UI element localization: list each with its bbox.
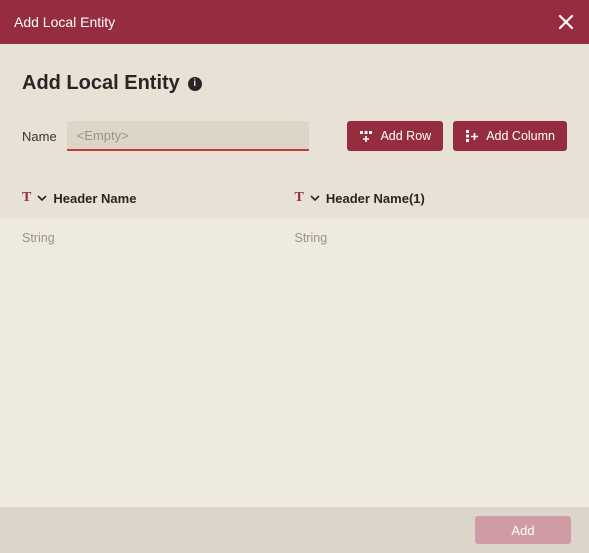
close-icon[interactable] — [557, 13, 575, 31]
column-label: Header Name(1) — [326, 191, 425, 206]
add-column-label: Add Column — [486, 129, 555, 143]
chevron-down-icon[interactable] — [37, 193, 47, 203]
column-header[interactable]: T Header Name(1) — [295, 190, 568, 206]
table-cell[interactable]: String — [295, 231, 568, 495]
table-body: String String — [0, 219, 589, 507]
add-column-icon — [465, 129, 479, 143]
text-type-icon: T — [295, 190, 304, 206]
column-header[interactable]: T Header Name — [22, 190, 295, 206]
form-row: Name Add Row — [22, 121, 567, 151]
page-title: Add Local Entity — [22, 72, 180, 95]
heading-row: Add Local Entity i — [22, 72, 567, 95]
add-row-label: Add Row — [380, 129, 431, 143]
table-header: T Header Name T Header Name(1) — [0, 177, 589, 219]
info-icon[interactable]: i — [188, 77, 202, 91]
dialog-footer: Add — [0, 507, 589, 553]
text-type-icon: T — [22, 190, 31, 206]
titlebar: Add Local Entity — [0, 0, 589, 44]
add-row-icon — [359, 129, 373, 143]
table: T Header Name T Header Name(1) String St… — [0, 177, 589, 507]
dialog-title: Add Local Entity — [14, 14, 115, 30]
dialog-body: Add Local Entity i Name Add Row — [0, 44, 589, 507]
column-label: Header Name — [53, 191, 136, 206]
table-cell[interactable]: String — [22, 231, 295, 495]
chevron-down-icon[interactable] — [310, 193, 320, 203]
add-button[interactable]: Add — [475, 516, 571, 544]
name-input[interactable] — [67, 121, 309, 151]
add-row-button[interactable]: Add Row — [347, 121, 443, 151]
add-column-button[interactable]: Add Column — [453, 121, 567, 151]
name-label: Name — [22, 129, 57, 144]
